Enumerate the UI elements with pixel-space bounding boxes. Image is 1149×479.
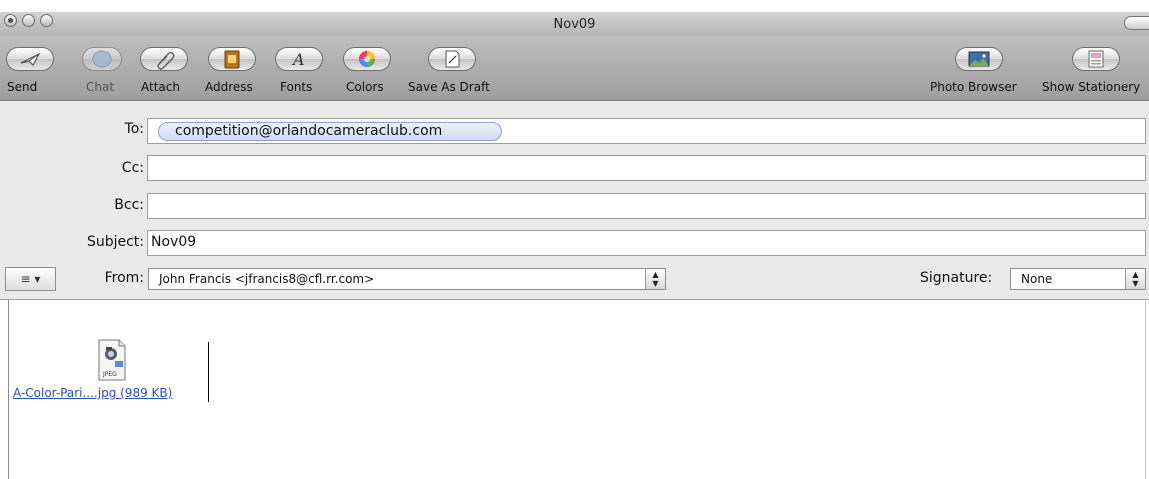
attach-button[interactable]: Attach (140, 36, 195, 100)
jpeg-badge: JPEG (102, 371, 117, 378)
to-field[interactable]: competition@orlandocameraclub.com (147, 118, 1146, 144)
save-as-draft-button[interactable]: Save As Draft (406, 36, 506, 100)
from-label: From: (104, 270, 144, 286)
attach-label: Attach (141, 80, 180, 94)
draft-icon (445, 50, 460, 68)
subject-field[interactable]: Nov09 (147, 230, 1146, 256)
message-body[interactable] (0, 300, 1149, 479)
show-stationery-button[interactable]: Show Stationery (1042, 36, 1149, 100)
subject-label: Subject: (86, 234, 144, 250)
stationery-icon (1088, 50, 1104, 68)
stepper-arrows-icon: ▲ ▼ (1125, 269, 1145, 289)
from-value: John Francis <jfrancis8@cfl.rr.com> (159, 272, 375, 286)
attachment-link[interactable]: A-Color-Pari....jpg (989 KB) (13, 386, 172, 400)
signature-select[interactable]: None ▲ ▼ (1010, 268, 1146, 290)
cc-label: Cc: (121, 160, 144, 176)
header-options-glyph: ≡ ▾ (20, 272, 41, 286)
save-as-draft-label: Save As Draft (408, 80, 490, 94)
chat-label: Chat (86, 80, 115, 94)
photo-icon (968, 51, 990, 67)
paperclip-icon (157, 51, 175, 70)
toolbar-toggle-button[interactable] (1124, 16, 1149, 30)
body-left-border (8, 300, 9, 479)
body-right-border (1145, 300, 1146, 479)
bcc-label: Bcc: (114, 197, 144, 213)
subject-value: Nov09 (151, 234, 197, 250)
address-book-icon (224, 50, 240, 69)
recipient-token[interactable]: competition@orlandocameraclub.com (158, 122, 502, 141)
photo-browser-button[interactable]: Photo Browser (928, 36, 1028, 100)
color-wheel-icon (359, 51, 375, 67)
window-title: Nov09 (553, 17, 596, 32)
address-label: Address (205, 80, 253, 94)
top-strip (0, 0, 1149, 12)
compose-window: Nov09 Send Chat Attach Address A Fonts C… (0, 0, 1149, 479)
photo-browser-label: Photo Browser (930, 80, 1017, 94)
show-stationery-label: Show Stationery (1042, 80, 1141, 94)
to-label: To: (124, 121, 144, 137)
toolbar: Send Chat Attach Address A Fonts Colors … (0, 36, 1149, 101)
recipient-address: competition@orlandocameraclub.com (175, 123, 443, 139)
from-select[interactable]: John Francis <jfrancis8@cfl.rr.com> ▲ ▼ (148, 268, 666, 290)
fonts-button[interactable]: A Fonts (275, 36, 325, 100)
cc-field[interactable] (147, 155, 1146, 181)
send-label: Send (7, 80, 38, 94)
bcc-field[interactable] (147, 193, 1146, 219)
text-cursor (208, 342, 209, 402)
jpeg-file-icon[interactable]: JPEG (97, 339, 127, 381)
address-button[interactable]: Address (205, 36, 265, 100)
colors-label: Colors (346, 80, 384, 94)
send-icon (20, 52, 41, 66)
fonts-label: Fonts (280, 80, 313, 94)
header-options-menu-button[interactable]: ≡ ▾ (5, 267, 56, 291)
svg-text:A: A (291, 50, 305, 69)
stepper-arrows-icon: ▲ ▼ (645, 269, 665, 289)
signature-value: None (1021, 272, 1053, 286)
signature-label: Signature: (920, 270, 993, 286)
chat-button[interactable]: Chat (82, 36, 124, 100)
colors-button[interactable]: Colors (340, 36, 395, 100)
fonts-icon: A (291, 50, 305, 69)
send-button[interactable]: Send (0, 36, 60, 100)
chat-icon (92, 50, 112, 68)
